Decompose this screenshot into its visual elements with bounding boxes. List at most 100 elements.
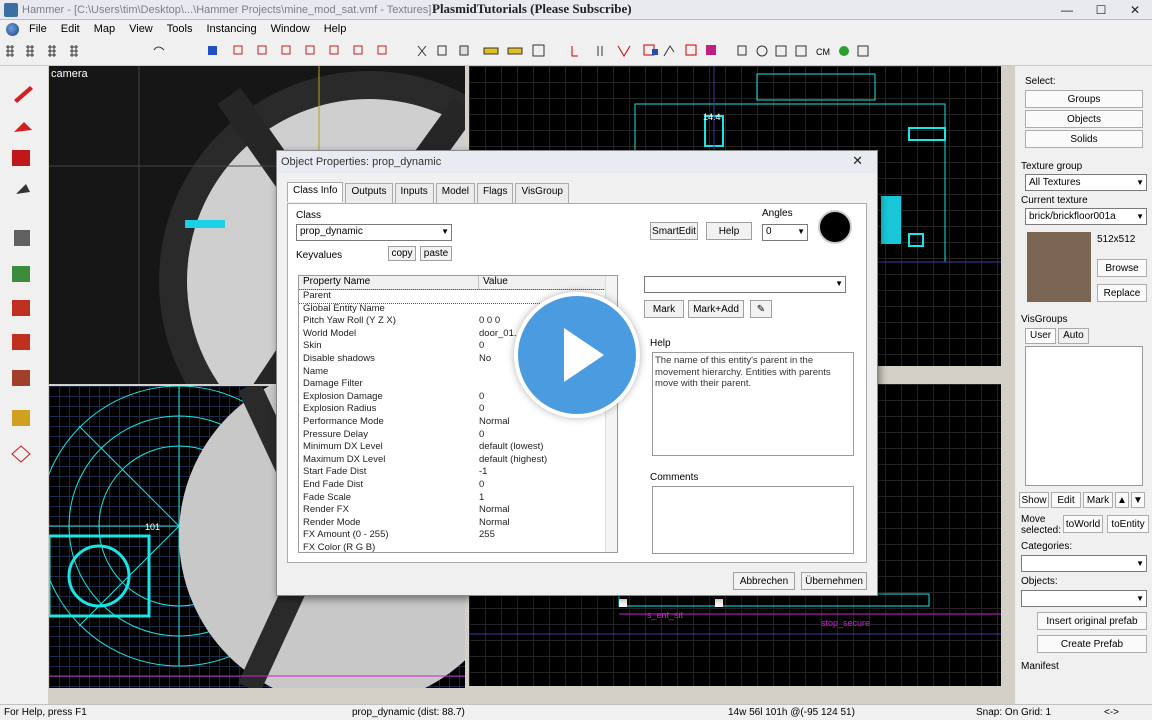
run-map-icon — [839, 46, 849, 56]
mark-button[interactable]: Mark — [644, 300, 684, 318]
menu-instancing[interactable]: Instancing — [199, 23, 263, 35]
paste-button[interactable]: paste — [420, 246, 452, 261]
value-combo[interactable]: ▼ — [644, 276, 846, 293]
table-row[interactable]: Fade Scale 1 — [299, 492, 617, 505]
menu-file[interactable]: File — [22, 23, 54, 35]
cut-icon — [417, 45, 427, 57]
eyedropper-icon[interactable]: ✎ — [750, 300, 772, 318]
check-problems-icon — [737, 45, 747, 56]
table-row[interactable]: Pressure Delay 0 — [299, 429, 617, 442]
smartedit-toggle[interactable]: SmartEdit — [650, 222, 698, 240]
texture-size: 512x512 — [1097, 234, 1136, 245]
groups-button[interactable]: Groups — [1025, 90, 1143, 108]
mark-button[interactable]: Mark — [1083, 492, 1113, 508]
tab-user[interactable]: User — [1025, 328, 1057, 344]
tab-class-info[interactable]: Class Info — [287, 182, 344, 202]
dimension-label: 101 — [145, 522, 161, 532]
close-icon[interactable]: ✕ — [852, 153, 863, 169]
hollow-icon — [597, 46, 603, 56]
class-select[interactable]: prop_dynamic ▼ — [296, 224, 452, 241]
instance-icon — [857, 45, 869, 57]
copy-button[interactable]: copy — [388, 246, 416, 261]
apply-button[interactable]: Übernehmen — [801, 572, 867, 590]
dialog-title-bar: Object Properties: prop_dynamic — [277, 151, 877, 173]
solids-button[interactable]: Solids — [1025, 130, 1143, 148]
menu-map[interactable]: Map — [87, 23, 122, 35]
ungroup-icon — [663, 45, 675, 57]
angles-select[interactable]: 0 ▼ — [762, 224, 808, 241]
property-name: Render FX — [303, 504, 349, 516]
property-name: Global Entity Name — [303, 302, 385, 314]
menu-window[interactable]: Window — [264, 23, 317, 35]
table-row[interactable]: Minimum DX Level default (lowest) — [299, 441, 617, 454]
entity-label: stop_secure — [821, 618, 871, 628]
overlay-tool-icon — [12, 370, 30, 386]
clipping-tool-icon — [12, 410, 30, 426]
grid-icon — [48, 45, 56, 57]
maximize-button[interactable]: ☐ — [1084, 0, 1118, 20]
apply-texture-icon — [12, 300, 30, 316]
minimize-button[interactable]: — — [1050, 0, 1084, 20]
table-row[interactable]: Performance Mode Normal — [299, 416, 617, 429]
close-window-button[interactable]: ✕ — [1118, 0, 1152, 20]
tab-auto[interactable]: Auto — [1058, 328, 1089, 344]
help-button[interactable]: Help — [706, 222, 752, 240]
to-world-button[interactable]: toWorld — [1063, 515, 1103, 533]
selection-tool-icon — [14, 86, 33, 103]
property-name: Fade Scale — [303, 491, 352, 503]
menu-edit[interactable]: Edit — [54, 23, 87, 35]
tab-flags[interactable]: Flags — [477, 183, 514, 203]
insert-prefab-button[interactable]: Insert original prefab — [1037, 612, 1147, 630]
table-row[interactable]: FX Amount (0 - 255) 255 — [299, 529, 617, 542]
mark-add-button[interactable]: Mark+Add — [688, 300, 744, 318]
replace-button[interactable]: Replace — [1097, 284, 1147, 302]
menu-help[interactable]: Help — [317, 23, 354, 35]
entity-label: s_ent_sit — [647, 610, 684, 620]
group-icon — [652, 49, 658, 55]
table-row[interactable]: Render FX Normal — [299, 504, 617, 517]
to-entity-button[interactable]: toEntity — [1107, 515, 1149, 533]
property-name: Render Mode — [303, 516, 361, 528]
menu-view[interactable]: View — [122, 23, 160, 35]
categories-select[interactable]: ▼ — [1021, 555, 1147, 572]
property-value: 1 — [479, 491, 485, 503]
create-prefab-button[interactable]: Create Prefab — [1037, 635, 1147, 653]
show-button[interactable]: Show — [1019, 492, 1049, 508]
tab-outputs[interactable]: Outputs — [345, 183, 393, 203]
angle-dial[interactable] — [818, 210, 852, 244]
tab-visgroup[interactable]: VisGroup — [515, 183, 569, 203]
table-row[interactable]: Render Mode Normal — [299, 517, 617, 530]
tab-inputs[interactable]: Inputs — [394, 183, 434, 203]
menu-tools[interactable]: Tools — [160, 23, 200, 35]
globe-icon[interactable] — [6, 22, 19, 36]
down-arrow-icon[interactable]: ▼ — [1131, 492, 1145, 508]
browse-button[interactable]: Browse — [1097, 259, 1147, 277]
comments-field[interactable] — [652, 486, 854, 554]
chevron-down-icon: ▼ — [1136, 212, 1144, 221]
property-value — [479, 542, 609, 552]
prefab-objects-select[interactable]: ▼ — [1021, 590, 1147, 607]
property-value: Normal — [479, 415, 510, 427]
objects-button[interactable]: Objects — [1025, 110, 1143, 128]
cancel-button[interactable]: Abbrechen — [733, 572, 795, 590]
table-row[interactable]: Maximum DX Level default (highest) — [299, 454, 617, 467]
current-texture-value: brick/brickfloor001a — [1029, 211, 1116, 222]
table-row[interactable]: FX Color (R G B) — [299, 542, 617, 552]
current-texture-select[interactable]: brick/brickfloor001a ▼ — [1025, 208, 1147, 225]
grid-icon — [26, 45, 34, 57]
tab-model[interactable]: Model — [435, 183, 475, 203]
entity-tool-icon — [16, 184, 30, 194]
chevron-down-icon: ▼ — [1136, 178, 1144, 187]
table-row[interactable]: End Fade Dist 0 — [299, 479, 617, 492]
window-title: Hammer - [C:\Users\tim\Desktop\...\Hamme… — [22, 3, 432, 16]
column-header-value[interactable]: Value — [479, 276, 609, 289]
table-row[interactable]: Start Fade Dist -1 — [299, 466, 617, 479]
status-snap: Snap: On Grid: 1 — [976, 707, 1052, 718]
visgroup-list[interactable] — [1025, 346, 1143, 486]
video-play-button[interactable] — [514, 292, 640, 418]
chevron-down-icon: ▼ — [441, 227, 449, 236]
texture-group-select[interactable]: All Textures ▼ — [1025, 174, 1147, 191]
column-header-property[interactable]: Property Name — [299, 276, 479, 289]
up-arrow-icon[interactable]: ▲ — [1115, 492, 1129, 508]
edit-button[interactable]: Edit — [1051, 492, 1081, 508]
